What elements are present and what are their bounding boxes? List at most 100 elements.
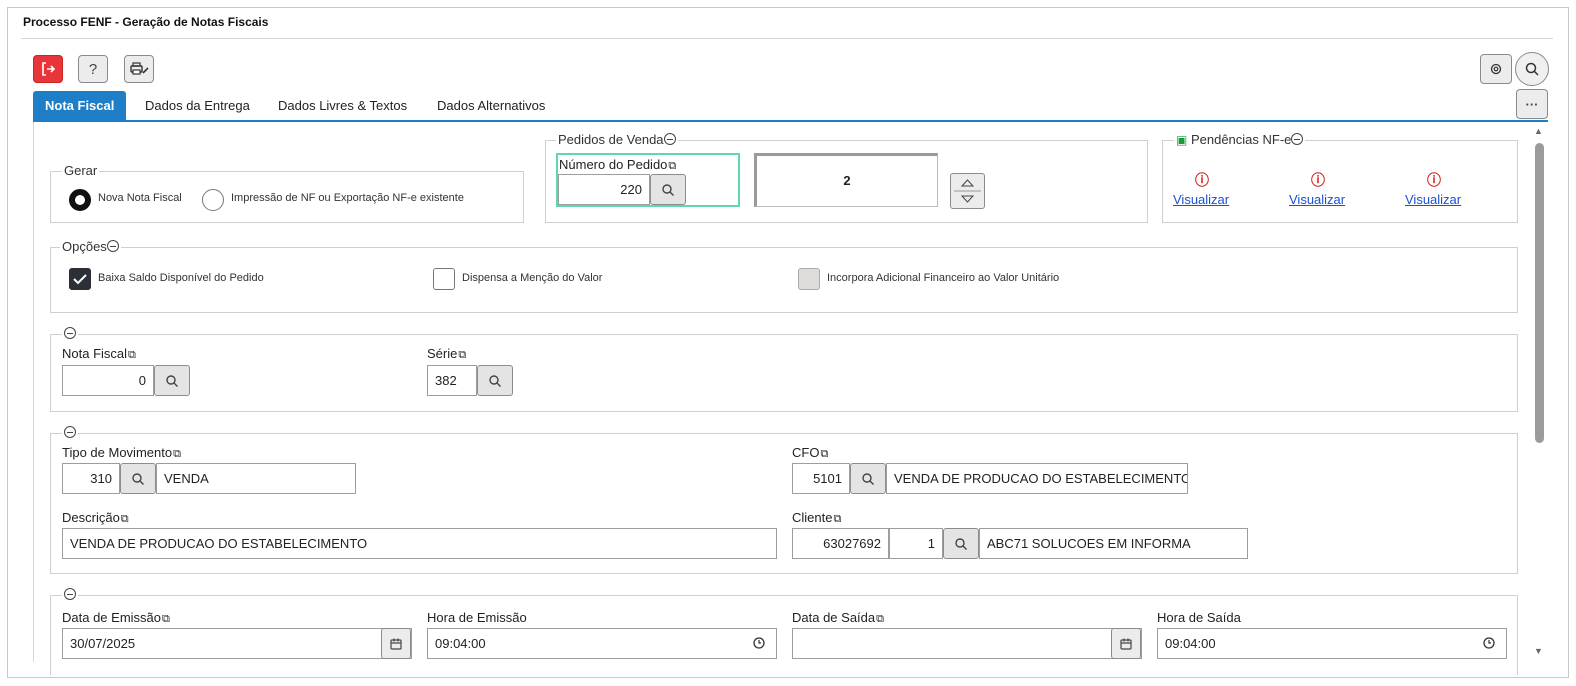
- search-icon: [1525, 62, 1539, 76]
- radio-impressao-nf[interactable]: [202, 189, 224, 211]
- cliente-code-input[interactable]: 63027692: [792, 528, 889, 559]
- cfo-label-text: CFO: [792, 445, 820, 460]
- copy-icon: ⧉: [458, 349, 467, 361]
- nota-serie-legend: [62, 326, 78, 341]
- tipo-movimento-code-input[interactable]: 310: [62, 463, 120, 494]
- checkbox-dispensa-mencao[interactable]: [433, 268, 455, 290]
- radio-nova-nota[interactable]: [69, 189, 91, 211]
- help-button[interactable]: ?: [78, 55, 108, 83]
- hora-emissao-input[interactable]: 09:04:00: [427, 628, 777, 659]
- collapse-icon[interactable]: [663, 133, 676, 145]
- copy-icon: ⧉: [162, 613, 170, 625]
- checkbox-incorpora-adicional[interactable]: [798, 268, 820, 290]
- more-options-button[interactable]: ···: [1516, 89, 1548, 119]
- hora-saida-input[interactable]: 09:04:00: [1157, 628, 1507, 659]
- serie-label: Série⧉: [427, 346, 466, 362]
- data-saida-calendar-button[interactable]: [1111, 628, 1141, 659]
- print-button[interactable]: [124, 55, 154, 83]
- serie-label-text: Série: [427, 346, 458, 361]
- cliente-label: Cliente⧉: [792, 510, 841, 526]
- nota-fiscal-input[interactable]: 0: [62, 365, 154, 396]
- scroll-down-icon[interactable]: ▼: [1534, 646, 1543, 656]
- tab-dados-livres[interactable]: Dados Livres & Textos: [266, 91, 419, 121]
- visualizar-link-3[interactable]: Visualizar: [1405, 192, 1461, 207]
- pedido-count-display: 2: [754, 153, 938, 207]
- search-icon: [489, 374, 501, 387]
- search-icon: [662, 183, 674, 196]
- pedido-stepper[interactable]: [950, 173, 985, 209]
- more-icon: ···: [1525, 96, 1539, 112]
- search-icon: [166, 374, 178, 387]
- cfo-label: CFO⧉: [792, 445, 828, 461]
- visualizar-link-2[interactable]: Visualizar: [1289, 192, 1345, 207]
- collapse-icon[interactable]: [64, 327, 76, 339]
- scroll-up-icon[interactable]: ▲: [1534, 126, 1543, 136]
- cliente-search-button[interactable]: [943, 528, 979, 559]
- copy-icon: ⧉: [668, 160, 677, 172]
- printer-edit-icon: [130, 62, 149, 75]
- cfo-code-input[interactable]: 5101: [792, 463, 850, 494]
- data-saida-label-text: Data de Saída: [792, 610, 876, 625]
- clock-icon[interactable]: [1482, 636, 1496, 653]
- numero-pedido-label: Número do Pedido⧉: [559, 157, 676, 173]
- data-saida-input[interactable]: [792, 628, 1142, 659]
- collapse-icon[interactable]: [64, 426, 76, 438]
- collapse-icon[interactable]: [106, 240, 119, 252]
- tab-dados-alternativos[interactable]: Dados Alternativos: [425, 91, 557, 121]
- numero-pedido-label-text: Número do Pedido: [559, 157, 668, 172]
- check-icon: [73, 274, 87, 285]
- data-emissao-input[interactable]: 30/07/2025: [62, 628, 412, 659]
- clock-icon[interactable]: [752, 636, 766, 653]
- tipo-movimento-label-text: Tipo de Movimento: [62, 445, 173, 460]
- data-emissao-calendar-button[interactable]: [381, 628, 411, 659]
- warning-icon: ⓘ: [1311, 172, 1325, 188]
- calendar-icon: [390, 638, 402, 650]
- pendencias-legend-text: Pendências NF-e: [1190, 132, 1292, 147]
- nota-fiscal-label-text: Nota Fiscal: [62, 346, 128, 361]
- tipo-movimento-desc-input[interactable]: VENDA: [156, 463, 356, 494]
- radio-impressao-nf-label: Impressão de NF ou Exportação NF-e exist…: [231, 192, 464, 204]
- global-search-button[interactable]: [1515, 52, 1549, 86]
- tipo-movimento-search-button[interactable]: [120, 463, 156, 494]
- radio-nova-nota-label: Nova Nota Fiscal: [98, 192, 182, 204]
- serie-input[interactable]: 382: [427, 365, 477, 396]
- collapse-icon[interactable]: [64, 588, 76, 600]
- checkbox-dispensa-mencao-label: Dispensa a Menção do Valor: [462, 272, 603, 284]
- numero-pedido-input[interactable]: 220: [558, 174, 650, 205]
- warning-icon: ⓘ: [1427, 172, 1441, 188]
- copy-icon: ⧉: [128, 349, 136, 361]
- title-divider: [21, 38, 1553, 39]
- cfo-desc-input[interactable]: VENDA DE PRODUCAO DO ESTABELECIMENTO: [886, 463, 1188, 494]
- tab-dados-entrega[interactable]: Dados da Entrega: [133, 91, 262, 121]
- calendar-icon: ▣: [1176, 133, 1188, 147]
- nota-serie-group: [50, 334, 1518, 412]
- checkbox-baixa-saldo[interactable]: [69, 268, 91, 290]
- up-down-arrows-icon: [954, 179, 981, 203]
- opcoes-legend: Opções: [60, 239, 121, 254]
- collapse-icon[interactable]: [1291, 133, 1304, 145]
- pendencias-group: [1162, 140, 1518, 223]
- datas-legend: [62, 587, 78, 602]
- cliente-seq-input[interactable]: 1: [889, 528, 943, 559]
- settings-button[interactable]: [1480, 54, 1512, 84]
- cfo-search-button[interactable]: [850, 463, 886, 494]
- serie-search-button[interactable]: [477, 365, 513, 396]
- descricao-input[interactable]: VENDA DE PRODUCAO DO ESTABELECIMENTO: [62, 528, 777, 559]
- exit-button[interactable]: [33, 55, 63, 83]
- copy-icon: ⧉: [120, 513, 129, 525]
- exit-icon: [42, 62, 56, 76]
- movimento-legend: [62, 425, 78, 440]
- pedidos-legend: Pedidos de Venda: [556, 132, 678, 147]
- cliente-name-input[interactable]: ABC71 SOLUCOES EM INFORMA: [979, 528, 1248, 559]
- checkbox-baixa-saldo-label: Baixa Saldo Disponível do Pedido: [98, 272, 264, 284]
- tab-nota-fiscal[interactable]: Nota Fiscal: [33, 91, 127, 121]
- tipo-movimento-label: Tipo de Movimento⧉: [62, 445, 181, 461]
- window-title: Processo FENF - Geração de Notas Fiscais: [23, 15, 269, 29]
- visualizar-link-1[interactable]: Visualizar: [1173, 192, 1229, 207]
- nota-fiscal-search-button[interactable]: [154, 365, 190, 396]
- scrollbar-thumb[interactable]: [1535, 143, 1544, 443]
- copy-icon: ⧉: [876, 613, 884, 625]
- numero-pedido-search-button[interactable]: [650, 174, 686, 205]
- help-label: ?: [88, 60, 98, 78]
- search-icon: [862, 472, 874, 485]
